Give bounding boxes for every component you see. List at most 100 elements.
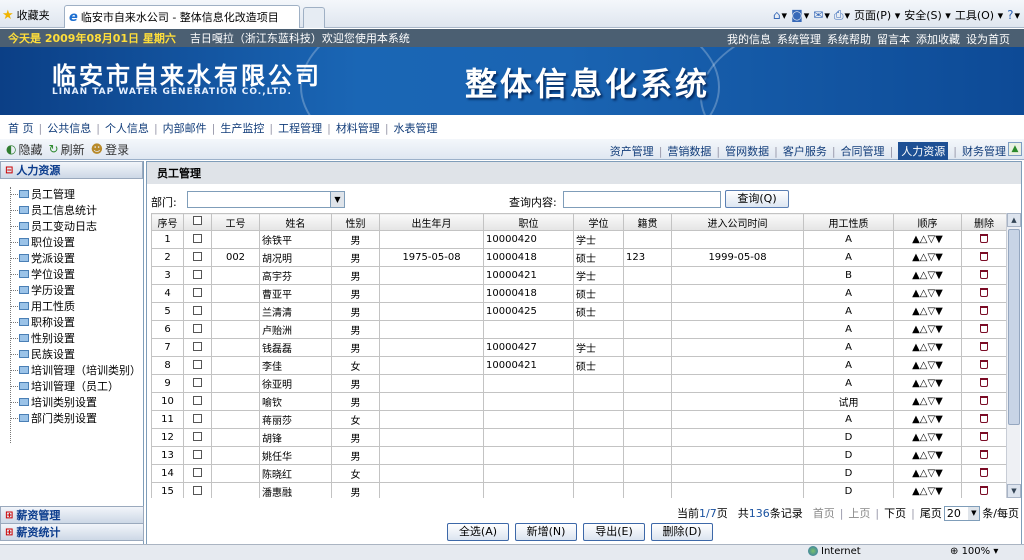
query-button[interactable]: 查询(Q) (725, 190, 789, 208)
table-row[interactable]: 10 喻钦男 试用 ▲△▽▼ (151, 392, 1006, 411)
help-menu[interactable]: ? ▾ (1007, 8, 1020, 22)
print-menu[interactable]: ⎙ ▾ (834, 8, 850, 23)
table-row[interactable]: 7 钱磊磊男 10000427 学士 A ▲△▽▼ (151, 338, 1006, 357)
row-checkbox[interactable] (193, 251, 202, 261)
trash-icon[interactable] (980, 341, 988, 351)
trash-icon[interactable] (980, 449, 988, 459)
mail-menu[interactable]: ✉ ▾ (813, 8, 830, 22)
row-checkbox[interactable] (193, 485, 202, 495)
sidebar-section-salary-stats[interactable]: ⊞ 薪资统计 (0, 523, 144, 541)
top-link[interactable]: 系统管理 (777, 31, 821, 47)
nav-item[interactable]: 材料管理 (336, 120, 380, 136)
row-checkbox[interactable] (193, 449, 202, 459)
sidebar-item[interactable]: 用工性质 (10, 298, 143, 314)
trash-icon[interactable] (980, 377, 988, 387)
trash-icon[interactable] (980, 233, 988, 243)
trash-icon[interactable] (980, 323, 988, 333)
page-menu[interactable]: 页面(P) ▾ (854, 7, 900, 23)
nav-item[interactable]: 公共信息 (47, 120, 91, 136)
trash-icon[interactable] (980, 431, 988, 441)
home-menu[interactable]: ⌂ ▾ (773, 8, 787, 22)
order-arrows[interactable]: ▲△▽▼ (893, 356, 962, 375)
top-link[interactable]: 设为首页 (966, 31, 1010, 47)
table-row[interactable]: 4 曹亚平男 10000418 硕士 A ▲△▽▼ (151, 284, 1006, 303)
top-link[interactable]: 留言本 (877, 31, 910, 47)
row-checkbox[interactable] (193, 467, 202, 477)
table-row[interactable]: 12 胡锋男 D ▲△▽▼ (151, 428, 1006, 447)
nav-item[interactable]: 首 页 (8, 120, 34, 136)
order-arrows[interactable]: ▲△▽▼ (893, 230, 962, 249)
trash-icon[interactable] (980, 305, 988, 315)
nav-item[interactable]: 内部邮件 (163, 120, 207, 136)
sidebar-item[interactable]: 培训类别设置 (10, 394, 143, 410)
sidebar-item[interactable]: 党派设置 (10, 250, 143, 266)
module-tab[interactable]: 资产管理 (610, 143, 654, 159)
trash-icon[interactable] (980, 269, 988, 279)
nav-item[interactable]: 生产监控 (220, 120, 264, 136)
sidebar-item[interactable]: 学历设置 (10, 282, 143, 298)
trash-icon[interactable] (980, 485, 988, 495)
column-header[interactable] (183, 213, 212, 231)
module-tab[interactable]: 管网数据 (725, 143, 769, 159)
table-row[interactable]: 11 蒋丽莎女 A ▲△▽▼ (151, 410, 1006, 429)
new-tab-button[interactable] (303, 7, 325, 28)
trash-icon[interactable] (980, 287, 988, 297)
table-row[interactable]: 6 卢贻洲男 A ▲△▽▼ (151, 320, 1006, 339)
top-link[interactable]: 系统帮助 (827, 31, 871, 47)
order-arrows[interactable]: ▲△▽▼ (893, 464, 962, 483)
order-arrows[interactable]: ▲△▽▼ (893, 284, 962, 303)
table-row[interactable]: 2 002 胡况明男 1975-05-08 10000418 硕士 123 1999-05-0… (151, 248, 1006, 267)
sidebar-header[interactable]: ⊟ 人力资源 (0, 161, 143, 179)
row-checkbox[interactable] (193, 377, 202, 387)
row-checkbox[interactable] (193, 395, 202, 405)
order-arrows[interactable]: ▲△▽▼ (893, 482, 962, 498)
nav-item[interactable]: 水表管理 (394, 120, 438, 136)
order-arrows[interactable]: ▲△▽▼ (893, 392, 962, 411)
order-arrows[interactable]: ▲△▽▼ (893, 338, 962, 357)
sidebar-item[interactable]: 培训管理（员工） (10, 378, 143, 394)
zoom-control[interactable]: ⊕ 100% ▾ (950, 546, 998, 557)
scroll-up-icon[interactable]: ▲ (1007, 213, 1021, 227)
table-row[interactable]: 9 徐亚明男 A ▲△▽▼ (151, 374, 1006, 393)
module-tab[interactable]: 人力资源 (898, 142, 949, 160)
scroll-thumb[interactable] (1008, 229, 1020, 425)
module-tab[interactable]: 客户服务 (783, 143, 827, 159)
trash-icon[interactable] (980, 467, 988, 477)
order-arrows[interactable]: ▲△▽▼ (893, 266, 962, 285)
sidebar-item[interactable]: 性别设置 (10, 330, 143, 346)
action-button[interactable]: 导出(E) (583, 523, 645, 541)
action-button[interactable]: 删除(D) (651, 523, 713, 541)
pager-prev[interactable]: 上页 (848, 505, 870, 521)
table-row[interactable]: 14 陈晓红女 D ▲△▽▼ (151, 464, 1006, 483)
tools-menu[interactable]: 工具(O) ▾ (955, 7, 1003, 23)
table-row[interactable]: 3 高宇芬男 10000421 学士 B ▲△▽▼ (151, 266, 1006, 285)
sidebar-item[interactable]: 学位设置 (10, 266, 143, 282)
top-link[interactable]: 添加收藏 (916, 31, 960, 47)
page-size-select[interactable]: 20 ▼ (943, 505, 981, 521)
module-tab[interactable]: 营销数据 (667, 143, 711, 159)
order-arrows[interactable]: ▲△▽▼ (893, 248, 962, 267)
sidebar-item[interactable]: 民族设置 (10, 346, 143, 362)
login-button[interactable]: ☻ 登录 (91, 141, 130, 158)
safety-menu[interactable]: 安全(S) ▾ (904, 7, 951, 23)
trash-icon[interactable] (980, 359, 988, 369)
order-arrows[interactable]: ▲△▽▼ (893, 374, 962, 393)
module-tab[interactable]: 合同管理 (841, 143, 885, 159)
browser-tab-active[interactable]: e 临安市自来水公司 - 整体信息化改造项目 (64, 5, 300, 28)
order-arrows[interactable]: ▲△▽▼ (893, 446, 962, 465)
sidebar-item[interactable]: 职位设置 (10, 234, 143, 250)
row-checkbox[interactable] (193, 431, 202, 441)
query-input[interactable] (563, 191, 721, 208)
scroll-down-icon[interactable]: ▼ (1007, 484, 1021, 498)
sidebar-item[interactable]: 职称设置 (10, 314, 143, 330)
order-arrows[interactable]: ▲△▽▼ (893, 428, 962, 447)
table-row[interactable]: 15 潘惠融男 D ▲△▽▼ (151, 482, 1006, 498)
table-row[interactable]: 13 姚任华男 D ▲△▽▼ (151, 446, 1006, 465)
row-checkbox[interactable] (193, 359, 202, 369)
collapse-up-icon[interactable]: ▲ (1008, 142, 1022, 156)
sidebar-item[interactable]: 员工变动日志 (10, 218, 143, 234)
order-arrows[interactable]: ▲△▽▼ (893, 410, 962, 429)
sidebar-item[interactable]: 培训管理（培训类别） (10, 362, 143, 378)
dept-select[interactable]: ▼ (187, 191, 345, 208)
row-checkbox[interactable] (193, 233, 202, 243)
